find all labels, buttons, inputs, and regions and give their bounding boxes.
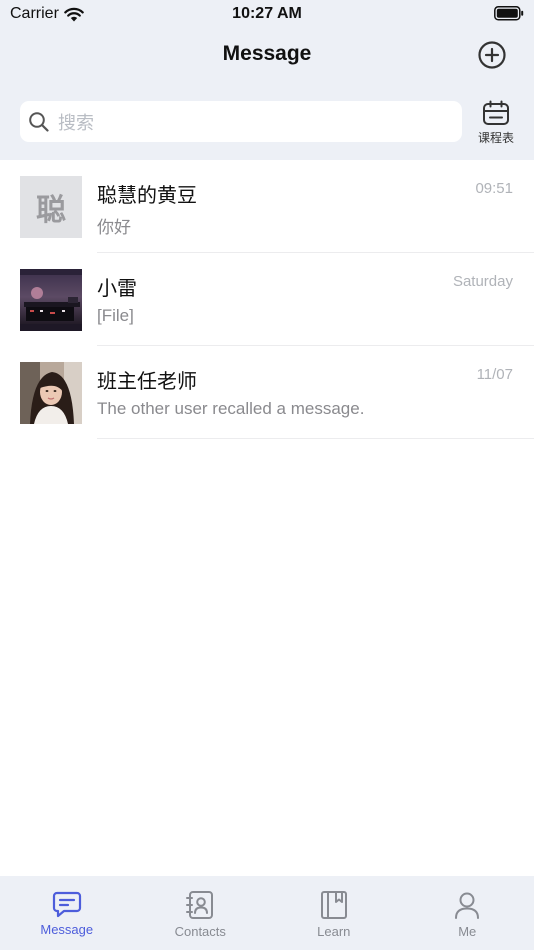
schedule-label: 课程表 — [477, 131, 514, 145]
calendar-icon — [483, 100, 509, 125]
tab-learn[interactable]: Learn — [267, 876, 401, 950]
conversation-preview: The other user recalled a message. — [97, 399, 365, 418]
tab-me[interactable]: Me — [401, 876, 534, 950]
tab-bar: Message Contacts Learn Me — [0, 876, 534, 950]
tab-message[interactable]: Message — [0, 876, 134, 950]
conversation-time: Saturday — [452, 273, 513, 290]
tab-label: Learn — [317, 924, 351, 939]
conversation-item[interactable]: 小雷 [File] Saturday — [0, 253, 534, 346]
search-icon — [29, 111, 49, 132]
tab-label: Me — [458, 924, 477, 939]
conversation-name: 聪慧的黄豆 — [97, 185, 197, 207]
page-title: Message — [222, 42, 312, 65]
conversation-time: 11/07 — [476, 366, 513, 383]
conversation-time: 09:51 — [475, 180, 513, 197]
schedule-button[interactable]: 课程表 — [474, 100, 518, 146]
conversation-name: 班主任老师 — [97, 371, 197, 393]
search-placeholder: 搜索 — [58, 112, 94, 133]
contacts-icon — [186, 891, 214, 919]
tab-label: Contacts — [174, 924, 226, 939]
message-icon — [52, 891, 81, 918]
conversation-item[interactable]: 班主任老师 The other user recalled a message.… — [0, 346, 534, 439]
status-time: 10:27 AM — [232, 5, 302, 22]
tab-contacts[interactable]: Contacts — [134, 876, 268, 950]
status-bar: Carrier 10:27 AM — [0, 0, 534, 28]
conversation-list: 聪 聪慧的黄豆 你好 09:51 小雷 [File] Saturday 班主任老… — [0, 160, 534, 439]
divider — [97, 438, 534, 439]
conversation-item[interactable]: 聪 聪慧的黄豆 你好 09:51 — [0, 160, 534, 253]
plus-circle-icon — [478, 41, 506, 69]
avatar: 聪 — [20, 176, 82, 238]
header-area: Carrier 10:27 AM Message 搜索 课程表 — [0, 0, 534, 160]
tab-label: Message — [40, 922, 94, 937]
book-icon — [320, 891, 347, 919]
add-button[interactable] — [476, 39, 508, 71]
avatar — [20, 362, 82, 424]
conversation-preview: 你好 — [97, 218, 131, 237]
person-icon — [455, 892, 480, 919]
conversation-preview: [File] — [97, 306, 134, 325]
conversation-name: 小雷 — [97, 278, 137, 300]
search-input[interactable]: 搜索 — [20, 101, 462, 142]
battery-icon — [494, 6, 524, 26]
avatar — [20, 269, 82, 331]
